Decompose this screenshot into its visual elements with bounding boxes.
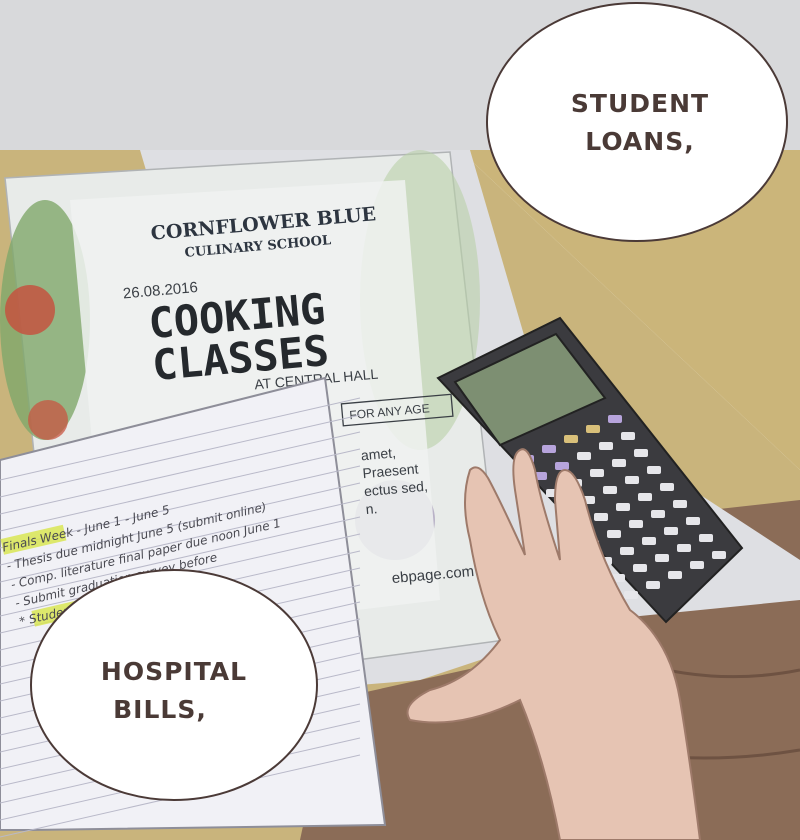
speech-bubble-top: STUDENT LOANS,	[486, 2, 788, 242]
bubble-top-shape	[486, 2, 788, 242]
calculator-key	[647, 466, 661, 474]
tomato-photo	[5, 285, 55, 335]
calculator-key	[590, 469, 604, 477]
calculator-key	[668, 571, 682, 579]
calculator-key	[634, 449, 648, 457]
calculator-key	[712, 551, 726, 559]
comic-panel: CORNFLOWER BLUE CULINARY SCHOOL 26.08.20…	[0, 0, 800, 840]
calculator-key	[690, 561, 704, 569]
calculator-key	[620, 547, 634, 555]
calculator-key	[625, 476, 639, 484]
calculator-key	[586, 425, 600, 433]
calculator-key	[607, 530, 621, 538]
calculator-key	[638, 493, 652, 501]
calculator-key	[664, 527, 678, 535]
calculator-key	[629, 520, 643, 528]
speech-bubble-bottom: HOSPITAL BILLS,	[30, 569, 318, 801]
calculator-key	[673, 500, 687, 508]
calculator-key	[612, 459, 626, 467]
bubble-bottom-line-1: HOSPITAL	[101, 657, 247, 686]
bubble-top-line-1: STUDENT	[571, 89, 709, 118]
calculator-key	[555, 462, 569, 470]
calculator-key	[564, 435, 578, 443]
bubble-top-line-2: LOANS,	[585, 127, 694, 156]
calculator-key	[655, 554, 669, 562]
flyer-body-1: amet,	[360, 444, 396, 463]
calculator-key	[651, 510, 665, 518]
calculator-key	[677, 544, 691, 552]
tomato-photo-2	[28, 400, 68, 440]
calculator-key	[616, 503, 630, 511]
calculator-key	[608, 415, 622, 423]
comic-scene: CORNFLOWER BLUE CULINARY SCHOOL 26.08.20…	[0, 0, 800, 840]
calculator-key	[642, 537, 656, 545]
calculator-key	[699, 534, 713, 542]
bubble-bottom-line-2: BILLS,	[113, 695, 207, 724]
calculator-key	[594, 513, 608, 521]
calculator-key	[599, 442, 613, 450]
calculator-key	[646, 581, 660, 589]
calculator-key	[577, 452, 591, 460]
calculator-key	[633, 564, 647, 572]
calculator-key	[686, 517, 700, 525]
flyer-body-4: n.	[365, 500, 378, 517]
calculator-key	[621, 432, 635, 440]
calculator-key	[542, 445, 556, 453]
calculator-key	[603, 486, 617, 494]
calculator-key	[624, 591, 638, 599]
calculator-key	[660, 483, 674, 491]
